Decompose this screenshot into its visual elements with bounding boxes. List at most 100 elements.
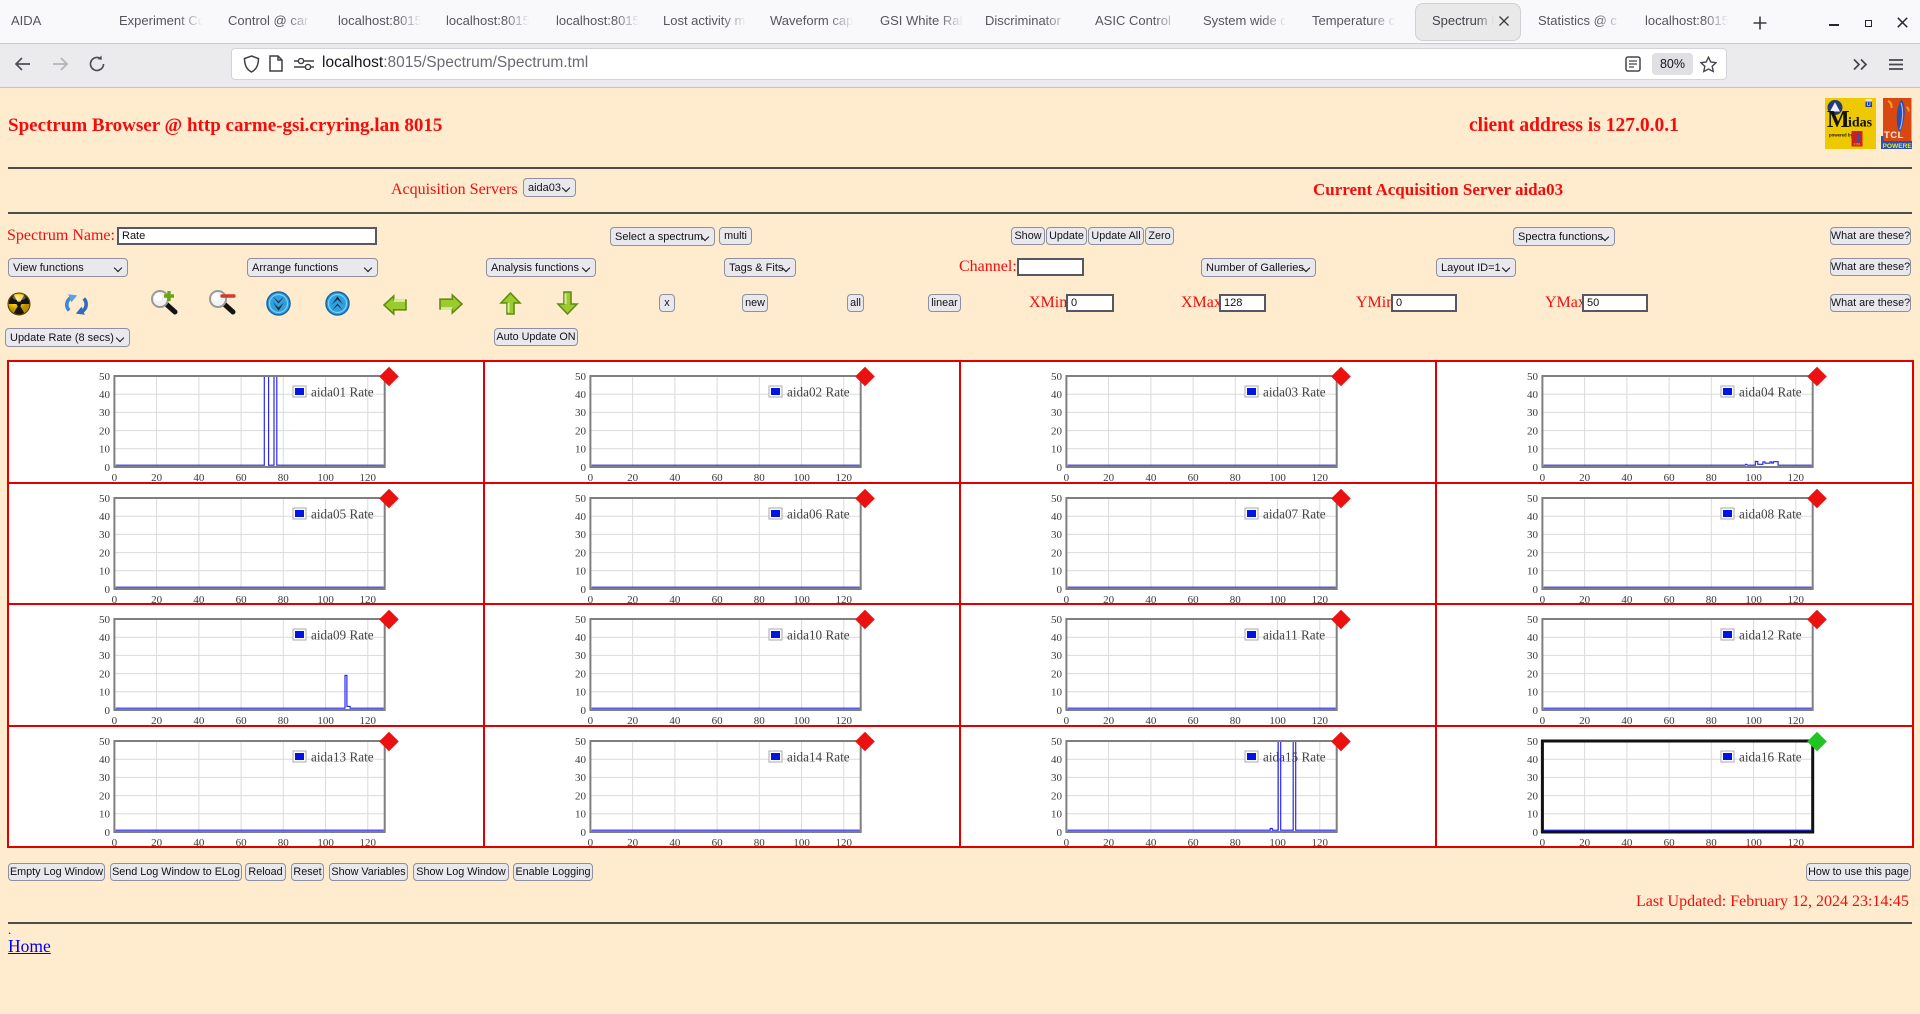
svg-text:80: 80 <box>754 715 766 725</box>
svg-text:30: 30 <box>1051 650 1063 662</box>
svg-text:40: 40 <box>669 715 681 725</box>
svg-text:30: 30 <box>1051 529 1063 541</box>
svg-text:50: 50 <box>1051 614 1063 626</box>
svg-text:20: 20 <box>1579 472 1591 482</box>
svg-text:50: 50 <box>99 614 111 626</box>
svg-text:0: 0 <box>581 583 587 595</box>
svg-text:80: 80 <box>278 594 290 604</box>
svg-text:60: 60 <box>712 715 724 725</box>
svg-text:10: 10 <box>1527 444 1539 456</box>
svg-text:80: 80 <box>1706 715 1718 725</box>
svg-text:0: 0 <box>588 594 594 604</box>
svg-text:40: 40 <box>1527 754 1539 766</box>
svg-text:60: 60 <box>1664 472 1676 482</box>
svg-text:100: 100 <box>793 472 810 482</box>
svg-text:U: U <box>1867 102 1871 108</box>
svg-text:10: 10 <box>575 444 587 456</box>
svg-text:0: 0 <box>112 594 118 604</box>
svg-text:20: 20 <box>151 837 163 847</box>
svg-text:0: 0 <box>1533 705 1539 717</box>
svg-text:120: 120 <box>1312 715 1329 725</box>
svg-text:10: 10 <box>99 565 111 577</box>
svg-text:powered by: powered by <box>1829 133 1853 138</box>
svg-text:30: 30 <box>1527 407 1539 419</box>
svg-text:120: 120 <box>1312 837 1329 847</box>
svg-text:120: 120 <box>836 837 853 847</box>
svg-text:40: 40 <box>1145 594 1157 604</box>
svg-text:0: 0 <box>1064 837 1070 847</box>
svg-text:20: 20 <box>627 715 639 725</box>
svg-text:TCL: TCL <box>1884 130 1904 141</box>
svg-text:50: 50 <box>1527 735 1539 747</box>
svg-text:20: 20 <box>575 547 587 559</box>
svg-text:40: 40 <box>1621 594 1633 604</box>
svg-text:20: 20 <box>575 425 587 437</box>
svg-text:100: 100 <box>1269 715 1286 725</box>
svg-text:M: M <box>1827 107 1850 133</box>
svg-text:120: 120 <box>360 472 377 482</box>
svg-text:80: 80 <box>754 594 766 604</box>
svg-text:aida16 Rate: aida16 Rate <box>1739 749 1802 764</box>
svg-text:aida15 Rate: aida15 Rate <box>1263 749 1326 764</box>
svg-text:10: 10 <box>99 687 111 699</box>
svg-text:40: 40 <box>1145 837 1157 847</box>
svg-text:20: 20 <box>1103 837 1115 847</box>
svg-text:0: 0 <box>581 705 587 717</box>
svg-text:0: 0 <box>105 705 111 717</box>
svg-text:120: 120 <box>836 472 853 482</box>
svg-text:20: 20 <box>151 472 163 482</box>
svg-text:POWERED: POWERED <box>1883 143 1913 149</box>
svg-text:20: 20 <box>151 715 163 725</box>
svg-text:0: 0 <box>1533 583 1539 595</box>
svg-text:30: 30 <box>575 650 587 662</box>
svg-text:aida10 Rate: aida10 Rate <box>787 628 850 643</box>
svg-text:20: 20 <box>99 790 111 802</box>
svg-text:20: 20 <box>1103 594 1115 604</box>
svg-text:10: 10 <box>1527 808 1539 820</box>
svg-text:50: 50 <box>1051 492 1063 504</box>
svg-text:20: 20 <box>1579 715 1591 725</box>
svg-text:20: 20 <box>1579 594 1591 604</box>
svg-text:50: 50 <box>1527 492 1539 504</box>
svg-text:20: 20 <box>99 668 111 680</box>
svg-text:50: 50 <box>99 492 111 504</box>
svg-text:100: 100 <box>317 715 334 725</box>
svg-text:40: 40 <box>99 511 111 523</box>
svg-text:0: 0 <box>581 826 587 838</box>
svg-text:20: 20 <box>99 425 111 437</box>
svg-text:40: 40 <box>1527 389 1539 401</box>
svg-text:aida09 Rate: aida09 Rate <box>311 628 374 643</box>
svg-text:80: 80 <box>1230 715 1242 725</box>
svg-text:0: 0 <box>105 826 111 838</box>
svg-text:30: 30 <box>99 772 111 784</box>
svg-text:60: 60 <box>1664 715 1676 725</box>
svg-text:120: 120 <box>1788 715 1805 725</box>
svg-text:40: 40 <box>575 632 587 644</box>
svg-text:20: 20 <box>1051 668 1063 680</box>
svg-text:40: 40 <box>575 754 587 766</box>
svg-text:0: 0 <box>105 462 111 474</box>
svg-text:20: 20 <box>151 594 163 604</box>
svg-text:20: 20 <box>1103 715 1115 725</box>
svg-text:60: 60 <box>236 837 248 847</box>
svg-text:80: 80 <box>278 837 290 847</box>
svg-text:40: 40 <box>669 472 681 482</box>
svg-text:0: 0 <box>105 583 111 595</box>
svg-text:aida03 Rate: aida03 Rate <box>1263 385 1326 400</box>
svg-text:aida07 Rate: aida07 Rate <box>1263 506 1326 521</box>
svg-text:20: 20 <box>627 594 639 604</box>
svg-text:40: 40 <box>193 715 205 725</box>
svg-text:30: 30 <box>1527 772 1539 784</box>
svg-text:50: 50 <box>575 492 587 504</box>
svg-text:20: 20 <box>1051 790 1063 802</box>
svg-text:aida12 Rate: aida12 Rate <box>1739 628 1802 643</box>
svg-text:30: 30 <box>575 529 587 541</box>
svg-text:0: 0 <box>1057 705 1063 717</box>
svg-text:30: 30 <box>1051 772 1063 784</box>
svg-text:40: 40 <box>193 837 205 847</box>
svg-text:50: 50 <box>1051 735 1063 747</box>
svg-text:80: 80 <box>1230 594 1242 604</box>
svg-text:10: 10 <box>99 444 111 456</box>
svg-text:20: 20 <box>627 472 639 482</box>
svg-text:10: 10 <box>99 808 111 820</box>
